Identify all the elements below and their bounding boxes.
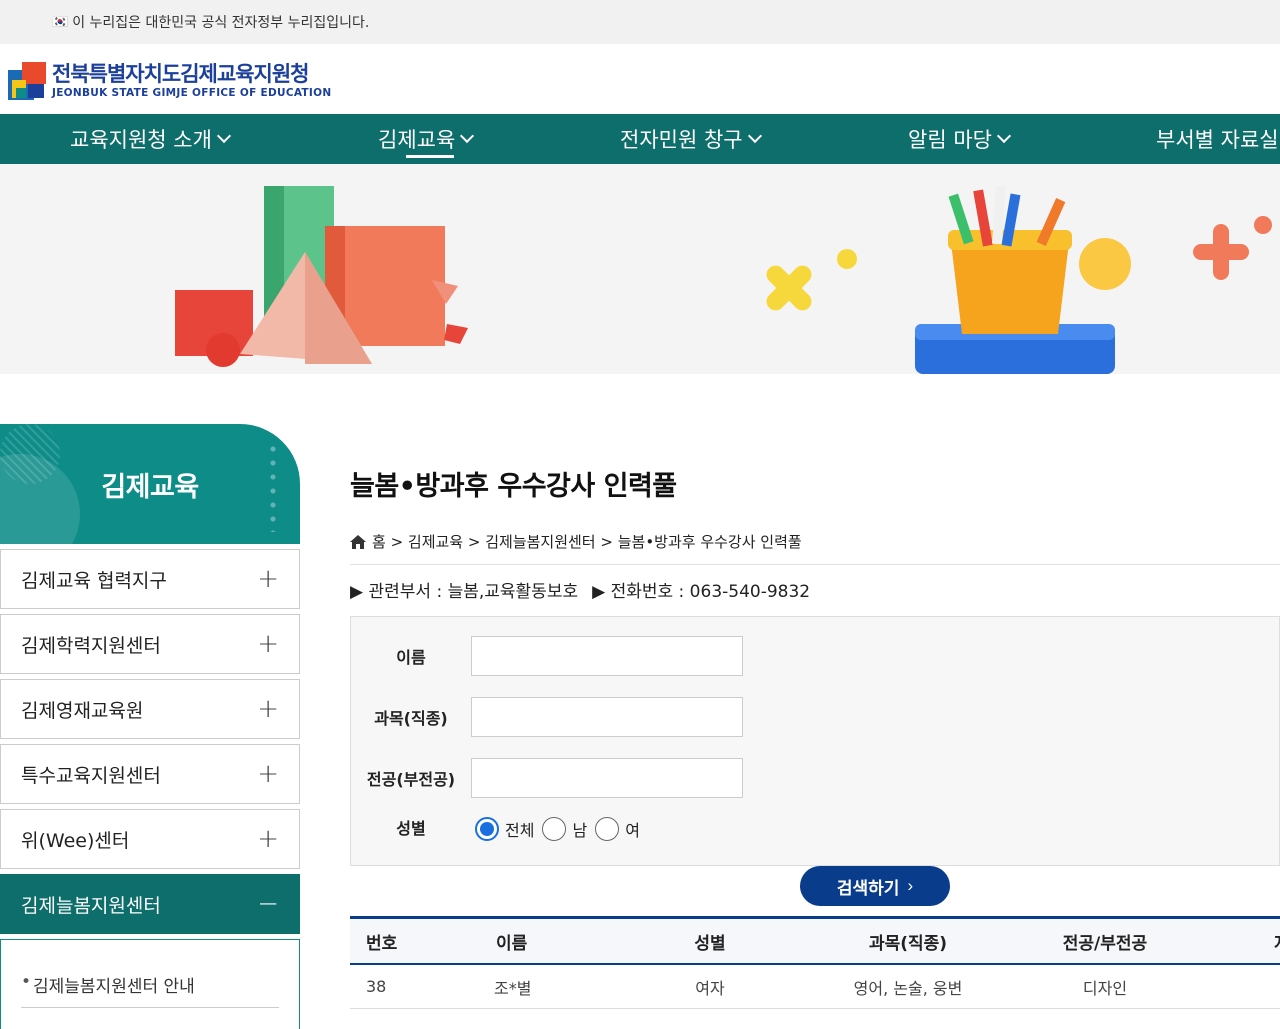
gender-male-radio[interactable] [542, 817, 567, 841]
subject-row: 과목(직종) [351, 697, 743, 737]
gnb-label: 전자민원 창구 [620, 128, 743, 152]
cell-subject: 영어, 논술, 웅변 [853, 978, 963, 998]
sidebar-item-cooperation-district[interactable]: 김제교육 협력지구 + [0, 549, 300, 609]
home-icon[interactable] [350, 534, 366, 549]
chevron-down-icon [996, 128, 1012, 144]
search-button[interactable]: 검색하기 › [800, 866, 950, 906]
sidebar-item-special-education[interactable]: 특수교육지원센터 + [0, 744, 300, 804]
gender-all-label: 전체 [505, 821, 535, 840]
major-label: 전공(부전공) [366, 770, 456, 789]
chevron-right-icon: › [907, 876, 914, 895]
plus-icon: + [257, 564, 279, 594]
gender-all-radio[interactable] [475, 817, 499, 841]
gnb-label: 알림 마당 [908, 128, 992, 152]
plus-icon: + [257, 824, 279, 854]
col-region: 지 [1204, 929, 1280, 954]
gnb-item-intro[interactable]: 교육지원청 소개 [70, 114, 231, 164]
plus-icon: + [257, 759, 279, 789]
major-row: 전공(부전공) [351, 758, 743, 798]
cell-name: 조*별 [494, 978, 532, 998]
col-major: 전공/부전공 [1062, 933, 1148, 954]
header: 전북특별자치도김제교육지원청 JEONBUK STATE GIMJE OFFIC… [0, 44, 1280, 114]
phone-number: ▶ 전화번호 : 063-540-9832 [592, 582, 811, 602]
gov-notice-text: 이 누리집은 대한민국 공식 전자정부 누리집입니다. [72, 15, 370, 31]
site-logo[interactable]: 전북특별자치도김제교육지원청 JEONBUK STATE GIMJE OFFIC… [8, 58, 331, 102]
gender-female-radio[interactable] [595, 817, 620, 841]
col-number: 번호 [366, 933, 398, 954]
breadcrumb: 홈 > 김제교육 > 김제늘봄지원센터 > 늘봄•방과후 우수강사 인력풀 [350, 531, 1280, 565]
gov-notice-bar: 🇰🇷 이 누리집은 대한민국 공식 전자정부 누리집입니다. [0, 0, 1280, 44]
name-label: 이름 [396, 648, 426, 667]
sidebar-header: 김제교육 [0, 424, 300, 544]
sidebar-item-label: 김제학력지원센터 [21, 634, 161, 657]
hero-banner [0, 164, 1280, 374]
search-button-label: 검색하기 [836, 878, 900, 898]
sidebar-item-label: 특수교육지원센터 [21, 764, 161, 787]
gender-female-label: 여 [625, 821, 640, 840]
major-input[interactable] [471, 758, 743, 798]
gender-male-label: 남 [572, 821, 588, 840]
page-title: 늘봄•방과후 우수강사 인력풀 [350, 471, 677, 502]
gnb-item-dept-archive[interactable]: 부서별 자료실 [1156, 114, 1279, 164]
cell-major: 디자인 [1082, 978, 1128, 998]
gnb-label: 교육지원청 소개 [70, 128, 212, 152]
sidebar-item-academic-center[interactable]: 김제학력지원센터 + [0, 614, 300, 674]
plus-mark-icon [1193, 224, 1249, 280]
chevron-down-icon [460, 128, 475, 144]
breadcrumb-path: 홈 > 김제교육 > 김제늘봄지원센터 > 늘봄•방과후 우수강사 인력풀 [372, 533, 802, 551]
gnb-item-gimje-education[interactable]: 김제교육 [378, 114, 475, 164]
sidebar-item-gifted-education[interactable]: 김제영재교육원 + [0, 679, 300, 739]
cell-gender: 여자 [695, 978, 725, 998]
col-subject: 과목(직종) [868, 933, 948, 954]
chevron-down-icon [216, 128, 231, 144]
sidebar-item-label: 위(Wee)센터 [21, 829, 130, 852]
name-input[interactable] [471, 636, 743, 676]
main-navigation: 교육지원청 소개 김제교육 전자민원 창구 알림 마당 부서별 자료실 [0, 114, 1280, 164]
x-mark-icon [766, 265, 812, 311]
col-name: 이름 [496, 933, 528, 954]
gender-label: 성별 [396, 819, 426, 838]
cell-number: 38 [366, 977, 387, 996]
sidebar-item-neulbom-center[interactable]: 김제늘봄지원센터 − [0, 874, 300, 934]
dept-info: ▶ 관련부서 : 늘봄,교육활동보호 ▶ 전화번호 : 063-540-9832 [350, 577, 1280, 602]
gnb-label: 부서별 자료실 [1156, 128, 1279, 152]
gnb-label: 김제교육 [378, 128, 456, 152]
subject-input[interactable] [471, 697, 743, 737]
related-dept: ▶ 관련부서 : 늘봄,교육활동보호 [350, 582, 579, 602]
plus-icon: + [257, 629, 279, 659]
search-form: 이름 과목(직종) 전공(부전공) 성별 전체 남 여 [350, 616, 1280, 866]
minus-icon: − [257, 889, 279, 919]
sidebar-item-label: 김제교육 협력지구 [21, 569, 167, 592]
col-gender: 성별 [694, 933, 726, 954]
main-content: 늘봄•방과후 우수강사 인력풀 홈 > 김제교육 > 김제늘봄지원센터 > 늘봄… [350, 424, 1280, 1009]
gnb-item-notice[interactable]: 알림 마당 [908, 114, 1012, 164]
logo-english-name: JEONBUK STATE GIMJE OFFICE OF EDUCATION [52, 87, 332, 99]
gender-radio-group: 전체 남 여 [475, 817, 648, 841]
instructor-table: 번호 이름 성별 과목(직종) 전공/부전공 지 38 조*별 여자 영어, 논… [350, 916, 1280, 1009]
banner-illustration [175, 185, 1272, 374]
sidebar-item-wee-center[interactable]: 위(Wee)센터 + [0, 809, 300, 869]
table-header: 번호 이름 성별 과목(직종) 전공/부전공 지 [350, 919, 1280, 965]
logo-mark-icon [8, 62, 46, 100]
chevron-down-icon [747, 128, 762, 144]
subject-label: 과목(직종) [374, 709, 448, 728]
sidebar: 김제교육 김제교육 협력지구 + 김제학력지원센터 + 김제영재교육원 + 특수… [0, 424, 300, 1029]
gnb-item-e-civil[interactable]: 전자민원 창구 [620, 114, 762, 164]
name-row: 이름 [351, 636, 743, 676]
plus-icon: + [257, 694, 279, 724]
logo-korean-name: 전북특별자치도김제교육지원청 [52, 62, 309, 86]
sidebar-submenu: 김제늘봄지원센터 안내 [0, 939, 300, 1029]
gender-row: 성별 전체 남 여 [351, 817, 648, 841]
sidebar-sub-item-neulbom-guide[interactable]: 김제늘봄지원센터 안내 [21, 972, 279, 1008]
sidebar-title: 김제교육 [101, 471, 199, 503]
korea-flag-icon: 🇰🇷 [52, 14, 69, 30]
sidebar-item-label: 김제영재교육원 [21, 699, 144, 722]
table-row[interactable]: 38 조*별 여자 영어, 논술, 웅변 디자인 [350, 965, 1280, 1009]
sidebar-item-label: 김제늘봄지원센터 [21, 894, 161, 917]
